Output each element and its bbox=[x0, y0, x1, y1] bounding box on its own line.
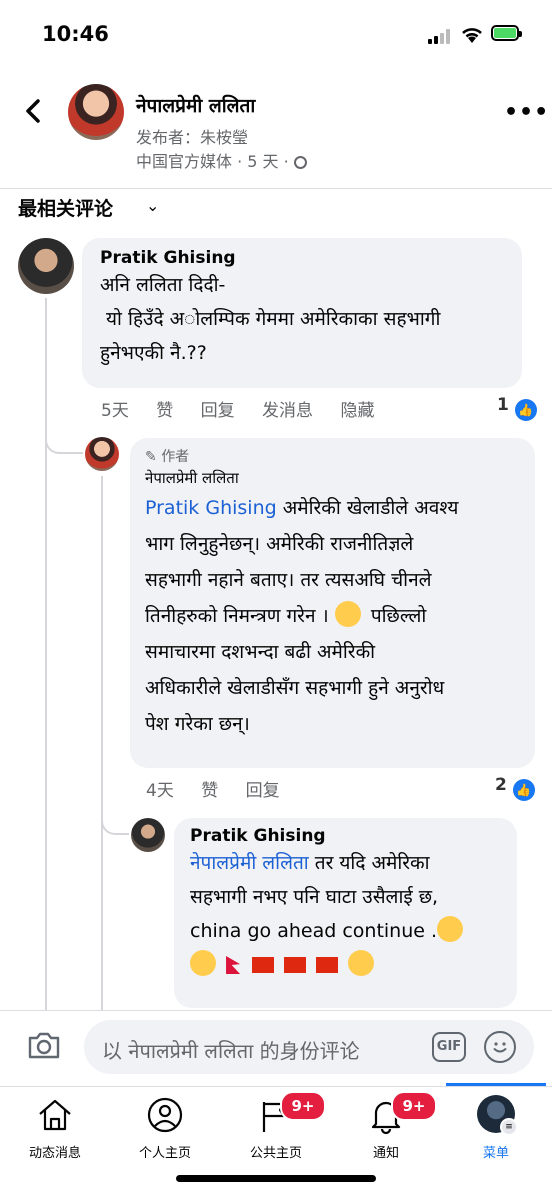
nav-selected-indicator bbox=[446, 1083, 546, 1086]
comment-line-text: पछिल्लो bbox=[364, 605, 427, 627]
comment-line: अनि ललिता दिदी- bbox=[100, 274, 226, 296]
notifications-badge: 9+ bbox=[391, 1091, 437, 1121]
emoji-picker-icon[interactable] bbox=[484, 1031, 516, 1063]
comment-line: china go ahead continue . bbox=[190, 914, 501, 948]
battery-icon bbox=[491, 25, 522, 41]
globe-icon bbox=[293, 156, 307, 169]
comment-line: तिनीहरुको निमन्त्रण गरेन । पछिल्लो bbox=[145, 598, 520, 634]
thread-line bbox=[101, 476, 103, 1010]
comment-actions: 5天 赞 回复 发消息 隐藏 bbox=[101, 396, 396, 421]
like-count-value: 2 bbox=[495, 775, 507, 795]
pages-badge: 9+ bbox=[280, 1091, 326, 1121]
comment-line-text: china go ahead continue . bbox=[190, 920, 438, 942]
nav-item-feed[interactable]: 动态消息 bbox=[15, 1142, 95, 1161]
page-avatar[interactable] bbox=[68, 84, 124, 140]
reply-button[interactable]: 回复 bbox=[246, 781, 280, 801]
mention-link[interactable]: Pratik Ghising bbox=[145, 497, 277, 519]
like-button[interactable]: 赞 bbox=[201, 781, 218, 801]
comment-time: 5天 bbox=[101, 401, 129, 421]
smile-face-icon bbox=[493, 1042, 507, 1053]
thumbs-up-emoji-icon bbox=[190, 950, 216, 976]
post-meta: 中国官方媒体 · 5 天 · bbox=[136, 148, 307, 172]
comment-actions: 4天 赞 回复 bbox=[146, 776, 302, 801]
profile-icon[interactable] bbox=[146, 1096, 184, 1134]
commenter-avatar[interactable] bbox=[131, 818, 165, 852]
status-time: 10:46 bbox=[42, 22, 109, 46]
comment-line-text: तर यदि अमेरिका bbox=[308, 852, 430, 874]
page-name[interactable]: नेपालप्रेमी ललिता bbox=[136, 92, 255, 118]
wifi-icon bbox=[462, 28, 482, 43]
comment-line: हुनेभएकी नै.?? bbox=[100, 342, 207, 364]
like-button[interactable]: 赞 bbox=[156, 401, 173, 421]
comment-line: समाचारमा दशभन्दा बढी अमेरिकी bbox=[145, 641, 376, 663]
mention-link[interactable]: नेपालप्रेमी ललिता bbox=[190, 852, 309, 874]
china-flag-icon bbox=[316, 957, 339, 973]
post-meta-text: 中国官方媒体 · 5 天 · bbox=[136, 152, 289, 171]
nav-item-profile[interactable]: 个人主页 bbox=[125, 1142, 205, 1161]
nav-item-menu[interactable]: 菜单 bbox=[456, 1142, 536, 1161]
like-count[interactable]: 2 👍 bbox=[495, 775, 535, 801]
comment-time: 4天 bbox=[146, 781, 174, 801]
emoji-line bbox=[190, 948, 501, 982]
comment-author[interactable]: Pratik Ghising bbox=[190, 826, 501, 846]
thumbs-up-emoji-icon bbox=[437, 916, 464, 942]
hide-button[interactable]: 隐藏 bbox=[340, 401, 374, 421]
thread-connector bbox=[45, 440, 83, 454]
comment-bubble: Pratik Ghising अनि ललिता दिदी- यो हिउँदे… bbox=[82, 238, 522, 388]
china-flag-icon bbox=[252, 957, 275, 973]
author-avatar[interactable] bbox=[85, 437, 119, 471]
comment-line: Pratik Ghising अमेरिकी खेलाडीले अवश्य bbox=[145, 490, 520, 526]
home-indicator bbox=[176, 1175, 376, 1182]
comment-line: यो हिउँदे अ◌ोलम्पिक गेममा अमेरिकाका सहभा… bbox=[100, 308, 441, 330]
comment-line-text: अमेरिकी खेलाडीले अवश्य bbox=[276, 497, 459, 519]
thumbs-up-icon: 👍 bbox=[514, 399, 537, 421]
sort-comments-label[interactable]: 最相关评论 bbox=[18, 194, 113, 221]
reply-button[interactable]: 回复 bbox=[201, 401, 235, 421]
comment-line: सहभागी नभए पनि घाटा उसैलाई छ, bbox=[190, 886, 439, 908]
author-badge-label: 作者 bbox=[161, 449, 190, 465]
thread-line bbox=[45, 298, 47, 1010]
nav-divider bbox=[0, 1086, 552, 1087]
comment-line-text: तिनीहरुको निमन्त्रण गरेन । bbox=[145, 605, 335, 627]
message-button[interactable]: 发消息 bbox=[262, 401, 313, 421]
comment-line: नेपालप्रेमी ललिता तर यदि अमेरिका bbox=[190, 846, 501, 880]
home-icon[interactable] bbox=[36, 1097, 74, 1133]
comment-line: सहभागी नहाने बताए। तर त्यसअघि चीनले bbox=[145, 569, 432, 591]
nav-item-pages[interactable]: 公共主页 bbox=[236, 1142, 316, 1161]
laughing-emoji-icon bbox=[334, 601, 361, 627]
like-count-value: 1 bbox=[497, 395, 509, 415]
thumbs-up-emoji-icon bbox=[348, 950, 375, 976]
author-badge: ✎ 作者 bbox=[145, 446, 520, 466]
comment-line: अधिकारीले खेलाडीसँग सहभागी हुने अनुरोध bbox=[145, 677, 445, 699]
comment-author[interactable]: नेपालप्रेमी ललिता bbox=[145, 468, 520, 488]
publisher-label: 发布者：朱桉瑩 bbox=[136, 128, 249, 147]
comment-bubble: Pratik Ghising नेपालप्रेमी ललिता तर यदि … bbox=[174, 818, 517, 1008]
gif-button[interactable]: GIF bbox=[432, 1032, 466, 1062]
cellular-signal-icon bbox=[428, 28, 454, 44]
comment-line: भाग लिनुहुनेछन्। अमेरिकी राजनीतिज्ञले bbox=[145, 533, 414, 555]
china-flag-icon bbox=[284, 957, 307, 973]
more-options-icon[interactable]: ••• bbox=[504, 100, 549, 125]
comment-line: पेश गरेका छन्। bbox=[145, 713, 250, 735]
camera-icon[interactable] bbox=[26, 1030, 62, 1060]
nepal-flag-icon bbox=[226, 956, 241, 974]
composer-divider bbox=[0, 1010, 552, 1011]
comment-author[interactable]: Pratik Ghising bbox=[100, 248, 504, 268]
pencil-icon: ✎ bbox=[145, 449, 157, 465]
back-arrow-icon[interactable] bbox=[20, 96, 48, 126]
nav-item-notifications[interactable]: 通知 bbox=[346, 1142, 426, 1161]
chevron-down-icon[interactable]: ⌄ bbox=[146, 196, 159, 215]
comment-bubble: ✎ 作者 नेपालप्रेमी ललिता Pratik Ghising अम… bbox=[130, 438, 535, 768]
header-divider bbox=[0, 188, 552, 189]
like-count[interactable]: 1 👍 bbox=[497, 395, 537, 421]
menu-hamburger-icon: ≡ bbox=[500, 1118, 518, 1136]
thumbs-up-icon: 👍 bbox=[512, 779, 535, 801]
thread-connector bbox=[101, 819, 129, 835]
comment-input-placeholder: 以 नेपालप्रेमी ललिता 的身份评论 bbox=[102, 1039, 360, 1063]
commenter-avatar[interactable] bbox=[18, 238, 74, 294]
